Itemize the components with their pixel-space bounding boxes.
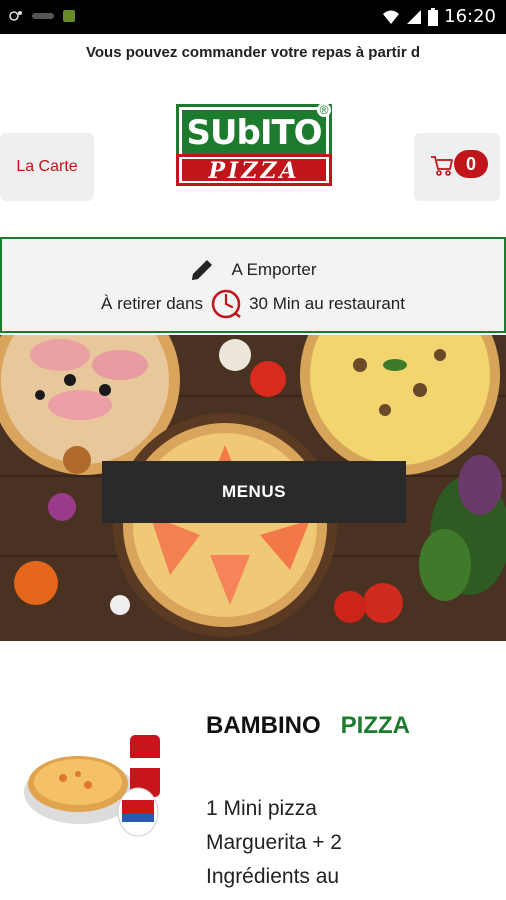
pickup-prefix: À retirer dans (101, 294, 204, 313)
logo-bottom-text: PIZZA (182, 159, 326, 183)
bambino-pizza-image[interactable] (18, 730, 178, 840)
logo-top-band: SUbITO ® (176, 103, 332, 154)
status-time: 16:20 (444, 6, 496, 27)
product-title-part1: BAMBINO (206, 712, 321, 739)
status-right-icons: 16:20 (382, 6, 496, 27)
status-left-icons (8, 9, 76, 23)
camera-icon (9, 11, 22, 21)
menus-button[interactable]: MENUS (102, 461, 406, 523)
product-title-part2: PIZZA (340, 712, 410, 739)
logo-bottom-band: PIZZA (176, 154, 332, 186)
announcement-ticker: Vous pouvez commander votre repas à part… (86, 44, 420, 61)
hero-pizza-image: MENUS (0, 335, 506, 641)
signal-icon (407, 9, 422, 24)
battery-icon (428, 7, 439, 26)
subito-pizza-logo[interactable]: SUbITO ® PIZZA (176, 103, 332, 186)
app-icon (63, 10, 75, 22)
product-description: 1 Mini pizza Marguerita + 2 Ingrédients … (206, 797, 342, 888)
logo-registered-mark: ® (317, 103, 331, 117)
status-bar: 16:20 (0, 0, 506, 34)
order-mode-box[interactable]: A Emporter À retirer dans 30 Min au rest… (0, 237, 506, 333)
cart-button[interactable]: 0 (414, 133, 500, 201)
pencil-icon (192, 260, 213, 280)
order-mode-title: A Emporter (231, 260, 317, 279)
app-icon (32, 13, 54, 19)
product-title[interactable]: BAMBINO PIZZA (206, 712, 410, 740)
la-carte-button[interactable]: La Carte (0, 133, 94, 201)
cart-count-badge: 0 (454, 150, 488, 178)
wifi-icon (383, 10, 400, 24)
cart-icon (431, 156, 453, 176)
clock-icon (211, 289, 241, 319)
pickup-time: 30 Min au restaurant (249, 294, 405, 313)
pickup-time-row: À retirer dans 30 Min au restaurant (2, 287, 504, 321)
logo-top-text: SUbITO (182, 110, 326, 154)
order-mode-row: A Emporter (2, 257, 504, 283)
